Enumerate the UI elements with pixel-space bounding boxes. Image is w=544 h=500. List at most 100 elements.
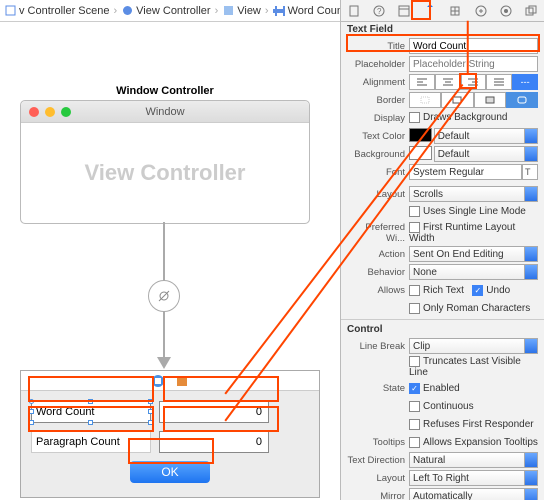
border-segmented <box>409 92 538 108</box>
effects-inspector-icon[interactable] <box>522 2 540 20</box>
bc-vc[interactable]: View Controller <box>121 5 210 17</box>
border-line-icon[interactable] <box>441 92 473 108</box>
tooltips-text: Allows Expansion Tooltips <box>423 437 538 448</box>
continuous-label: Continuous <box>423 401 474 412</box>
truncates-checkbox[interactable] <box>409 356 420 367</box>
undo-checkbox[interactable]: ✓ <box>472 285 483 296</box>
textcolor-popup[interactable]: Default <box>434 128 538 144</box>
refuses-label: Refuses First Responder <box>423 419 534 430</box>
attributes-inspector-icon[interactable] <box>421 2 439 20</box>
linebreak-label: Line Break <box>347 341 409 352</box>
window-controller[interactable]: Window Controller Window View Controller <box>20 82 310 224</box>
paragraph-count-label[interactable]: Paragraph Count <box>31 431 151 453</box>
draws-background-checkbox[interactable] <box>409 112 420 123</box>
border-none-icon[interactable] <box>409 92 441 108</box>
layout-label: Layout <box>347 189 409 200</box>
display-label: Display <box>347 113 409 124</box>
section-textfield: Text Field <box>341 22 544 37</box>
viewcontroller-icon[interactable] <box>151 374 165 388</box>
chevron-right-icon: › <box>265 5 269 17</box>
alignment-segmented: --- <box>409 74 538 90</box>
viewcontroller-icon <box>121 5 133 17</box>
tooltips-label: Tooltips <box>347 437 409 448</box>
segue-icon[interactable] <box>148 280 180 312</box>
richtext-checkbox[interactable] <box>409 285 420 296</box>
align-right-icon[interactable] <box>461 74 487 90</box>
svg-text:?: ? <box>377 7 382 16</box>
refuses-checkbox[interactable] <box>409 419 420 430</box>
window-titlebar[interactable]: Window <box>21 101 309 123</box>
font-label: Font <box>347 167 409 178</box>
window-controller-title: Window Controller <box>20 82 310 100</box>
sheet-view-controller[interactable]: Word Count 0 Paragraph Count 0 OK <box>20 370 320 498</box>
connections-inspector-icon[interactable] <box>472 2 490 20</box>
single-line-checkbox[interactable] <box>409 206 420 217</box>
chevron-right-icon: › <box>114 5 118 17</box>
paragraph-count-field[interactable]: 0 <box>159 431 269 453</box>
bindings-inspector-icon[interactable] <box>497 2 515 20</box>
textdir-label: Text Direction <box>347 455 409 466</box>
textfield-icon <box>273 5 285 17</box>
continuous-checkbox[interactable] <box>409 401 420 412</box>
font-picker-button[interactable]: T <box>522 164 538 180</box>
enabled-checkbox[interactable]: ✓ <box>409 383 420 394</box>
field-text: 0 <box>256 436 262 448</box>
word-count-field[interactable]: 0 <box>159 401 269 423</box>
action-popup[interactable]: Sent On End Editing <box>409 246 538 262</box>
font-field[interactable]: System Regular <box>409 164 522 180</box>
identity-inspector-icon[interactable] <box>395 2 413 20</box>
placeholder-input[interactable] <box>409 56 538 72</box>
border-rounded-icon[interactable] <box>506 92 538 108</box>
size-inspector-icon[interactable] <box>446 2 464 20</box>
label-text: Paragraph Count <box>36 436 120 448</box>
tooltips-checkbox[interactable] <box>409 437 420 448</box>
mirror-popup[interactable]: Automatically <box>409 488 538 500</box>
truncates-label: Truncates Last Visible Line <box>409 356 521 378</box>
bc-wordcount[interactable]: Word Count <box>273 5 347 17</box>
linebreak-popup[interactable]: Clip <box>409 338 538 354</box>
align-left-icon[interactable] <box>409 74 435 90</box>
ok-button[interactable]: OK <box>130 461 210 483</box>
behavior-label: Behavior <box>347 267 409 278</box>
background-label: Background <box>347 149 409 160</box>
textcolor-well[interactable] <box>409 128 432 142</box>
placeholder-label: Placeholder <box>347 59 409 70</box>
textcolor-label: Text Color <box>347 131 409 142</box>
window-frame[interactable]: Window View Controller <box>20 100 310 224</box>
traffic-lights <box>29 107 71 117</box>
richtext-label: Rich Text <box>423 285 464 296</box>
title-label: Title <box>347 41 409 52</box>
bc-label: View Controller <box>136 5 210 17</box>
title-input[interactable] <box>409 38 538 54</box>
prefwidth-checkbox[interactable] <box>409 222 420 233</box>
svg-text:T: T <box>525 167 531 177</box>
inspector-panel: ? Text Field Title Placeholder Alignment… <box>340 0 544 500</box>
label-text: Word Count <box>36 406 95 418</box>
bc-label: v Controller Scene <box>19 5 110 17</box>
zoom-icon[interactable] <box>61 107 71 117</box>
draws-background-label: Draws Background <box>423 113 507 124</box>
undo-label: Undo <box>486 285 510 296</box>
word-count-label[interactable]: Word Count <box>31 401 151 423</box>
background-popup[interactable]: Default <box>434 146 538 162</box>
storyboard-canvas[interactable]: Window Controller Window View Controller <box>0 22 340 500</box>
layout-popup[interactable]: Scrolls <box>409 186 538 202</box>
file-inspector-icon[interactable] <box>345 2 363 20</box>
roman-checkbox[interactable] <box>409 303 420 314</box>
layout2-popup[interactable]: Left To Right <box>409 470 538 486</box>
behavior-popup[interactable]: None <box>409 264 538 280</box>
quickhelp-inspector-icon[interactable]: ? <box>370 2 388 20</box>
minimize-icon[interactable] <box>45 107 55 117</box>
align-center-icon[interactable] <box>435 74 461 90</box>
border-bezel-icon[interactable] <box>474 92 506 108</box>
view-icon <box>222 5 234 17</box>
background-well[interactable] <box>409 146 432 160</box>
align-justify-icon[interactable] <box>486 74 512 90</box>
align-natural-button[interactable]: --- <box>512 74 538 90</box>
bc-view[interactable]: View <box>222 5 261 17</box>
textdir-popup[interactable]: Natural <box>409 452 538 468</box>
close-icon[interactable] <box>29 107 39 117</box>
first-responder-icon[interactable] <box>175 374 189 388</box>
bc-scene[interactable]: v Controller Scene <box>4 5 110 17</box>
prefwidth-text: First Runtime Layout Width <box>409 222 515 244</box>
